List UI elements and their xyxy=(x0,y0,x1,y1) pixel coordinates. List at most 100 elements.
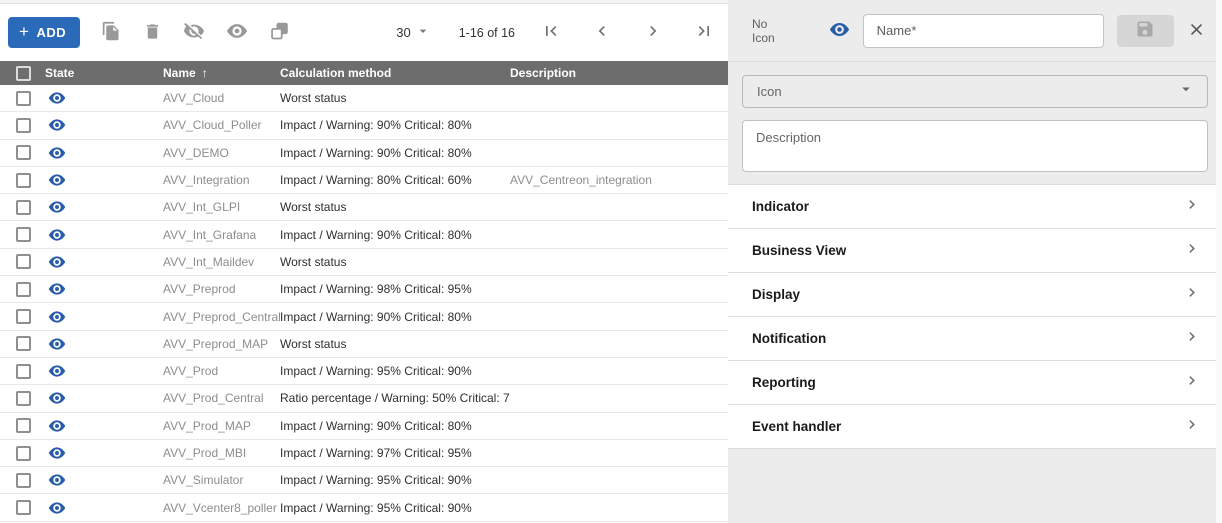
accordion-section-reporting[interactable]: Reporting xyxy=(728,361,1222,405)
bam-configuration-page: + ADD 30 1-16 of 16 xyxy=(0,0,1222,523)
next-page-button[interactable] xyxy=(643,21,663,45)
select-all-checkbox[interactable] xyxy=(16,66,31,81)
row-checkbox[interactable] xyxy=(16,364,31,379)
row-checkbox-cell xyxy=(0,309,45,324)
row-name[interactable]: AVV_Prod_MAP xyxy=(163,419,280,433)
state-eye-icon[interactable] xyxy=(48,280,66,298)
enable-button[interactable] xyxy=(226,20,248,46)
column-header-name[interactable]: Name↑ xyxy=(163,66,280,80)
accordion-section-display[interactable]: Display xyxy=(728,273,1222,317)
add-button[interactable]: + ADD xyxy=(8,17,80,48)
row-name[interactable]: AVV_Prod xyxy=(163,364,280,378)
row-checkbox[interactable] xyxy=(16,473,31,488)
description-textarea[interactable] xyxy=(742,120,1208,172)
row-name[interactable]: AVV_Vcenter8_poller xyxy=(163,501,280,515)
state-eye-icon[interactable] xyxy=(48,417,66,435)
row-checkbox-cell xyxy=(0,336,45,351)
row-name[interactable]: AVV_DEMO xyxy=(163,146,280,160)
disable-button[interactable] xyxy=(183,20,205,46)
state-eye-icon[interactable] xyxy=(48,116,66,134)
row-name[interactable]: AVV_Integration xyxy=(163,173,280,187)
layers-icon xyxy=(269,21,290,45)
row-name[interactable]: AVV_Preprod xyxy=(163,282,280,296)
row-checkbox[interactable] xyxy=(16,200,31,215)
row-state-cell xyxy=(45,417,163,435)
mass-edit-button[interactable] xyxy=(269,20,290,46)
settings-accordion: Indicator Business ViewDisplayNotificatio… xyxy=(728,184,1222,449)
last-page-button[interactable] xyxy=(694,21,714,45)
row-name[interactable]: AVV_Preprod_MAP xyxy=(163,337,280,351)
row-checkbox[interactable] xyxy=(16,254,31,269)
column-header-calculation-method[interactable]: Calculation method xyxy=(280,66,510,80)
row-name[interactable]: AVV_Cloud_Poller xyxy=(163,118,280,132)
row-checkbox[interactable] xyxy=(16,227,31,242)
rows-per-page-select[interactable]: 30 xyxy=(396,23,430,42)
state-eye-icon[interactable] xyxy=(48,89,66,107)
previous-page-button[interactable] xyxy=(592,21,612,45)
row-checkbox[interactable] xyxy=(16,91,31,106)
accordion-section-notification[interactable]: Notification xyxy=(728,317,1222,361)
column-header-state[interactable]: State xyxy=(45,66,163,80)
state-eye-icon[interactable] xyxy=(48,335,66,353)
first-page-button[interactable] xyxy=(541,21,561,45)
row-checkbox[interactable] xyxy=(16,145,31,160)
table-row: AVV_Prod_MAPImpact / Warning: 90% Critic… xyxy=(0,413,728,440)
row-checkbox[interactable] xyxy=(16,391,31,406)
state-eye-icon[interactable] xyxy=(48,389,66,407)
row-name[interactable]: AVV_Preprod_Central xyxy=(163,310,280,324)
row-state-cell xyxy=(45,499,163,517)
accordion-section-indicator[interactable]: Indicator xyxy=(728,185,1222,229)
row-checkbox-cell xyxy=(0,173,45,188)
enabled-toggle-button[interactable] xyxy=(829,19,850,43)
row-calculation-method: Impact / Warning: 80% Critical: 60% xyxy=(280,173,510,187)
row-checkbox[interactable] xyxy=(16,418,31,433)
header-checkbox-cell xyxy=(0,66,45,81)
row-checkbox[interactable] xyxy=(16,446,31,461)
icon-select[interactable]: Icon xyxy=(742,75,1208,108)
row-checkbox[interactable] xyxy=(16,309,31,324)
floppy-disk-icon xyxy=(1135,19,1155,42)
chevron-left-icon xyxy=(592,21,612,44)
state-eye-icon[interactable] xyxy=(48,308,66,326)
scrollbar-track[interactable] xyxy=(1216,0,1222,523)
table-row: AVV_Preprod_CentralImpact / Warning: 90%… xyxy=(0,303,728,330)
accordion-section-label: Indicator xyxy=(752,199,809,214)
row-checkbox[interactable] xyxy=(16,500,31,515)
row-calculation-method: Impact / Warning: 90% Critical: 80% xyxy=(280,228,510,242)
row-name[interactable]: AVV_Int_Maildev xyxy=(163,255,280,269)
row-calculation-method: Ratio percentage / Warning: 50% Critical… xyxy=(280,391,510,405)
state-eye-icon[interactable] xyxy=(48,471,66,489)
row-name[interactable]: AVV_Prod_MBI xyxy=(163,446,280,460)
row-name[interactable]: AVV_Int_GLPI xyxy=(163,200,280,214)
state-eye-icon[interactable] xyxy=(48,171,66,189)
state-eye-icon[interactable] xyxy=(48,253,66,271)
row-name[interactable]: AVV_Simulator xyxy=(163,473,280,487)
state-eye-icon[interactable] xyxy=(48,362,66,380)
table-row: AVV_SimulatorImpact / Warning: 95% Criti… xyxy=(0,467,728,494)
row-checkbox[interactable] xyxy=(16,118,31,133)
delete-button[interactable] xyxy=(143,20,162,46)
row-name[interactable]: AVV_Int_Grafana xyxy=(163,228,280,242)
table-row: AVV_Int_GLPIWorst status xyxy=(0,194,728,221)
row-checkbox[interactable] xyxy=(16,282,31,297)
table-row: AVV_Prod_CentralRatio percentage / Warni… xyxy=(0,385,728,412)
state-eye-icon[interactable] xyxy=(48,444,66,462)
accordion-section-event-handler[interactable]: Event handler xyxy=(728,405,1222,449)
duplicate-button[interactable] xyxy=(101,20,122,46)
save-button[interactable] xyxy=(1117,15,1174,47)
row-checkbox[interactable] xyxy=(16,336,31,351)
row-state-cell xyxy=(45,444,163,462)
row-checkbox[interactable] xyxy=(16,173,31,188)
name-input[interactable] xyxy=(863,14,1104,48)
state-eye-icon[interactable] xyxy=(48,144,66,162)
state-eye-icon[interactable] xyxy=(48,499,66,517)
state-eye-icon[interactable] xyxy=(48,198,66,216)
row-name[interactable]: AVV_Cloud xyxy=(163,91,280,105)
row-calculation-method: Worst status xyxy=(280,200,510,214)
close-panel-button[interactable] xyxy=(1187,20,1206,42)
accordion-section-business-view[interactable]: Business View xyxy=(728,229,1222,273)
list-toolbar: + ADD 30 1-16 of 16 xyxy=(0,4,728,61)
row-name[interactable]: AVV_Prod_Central xyxy=(163,391,280,405)
state-eye-icon[interactable] xyxy=(48,226,66,244)
column-header-description[interactable]: Description xyxy=(510,66,728,80)
